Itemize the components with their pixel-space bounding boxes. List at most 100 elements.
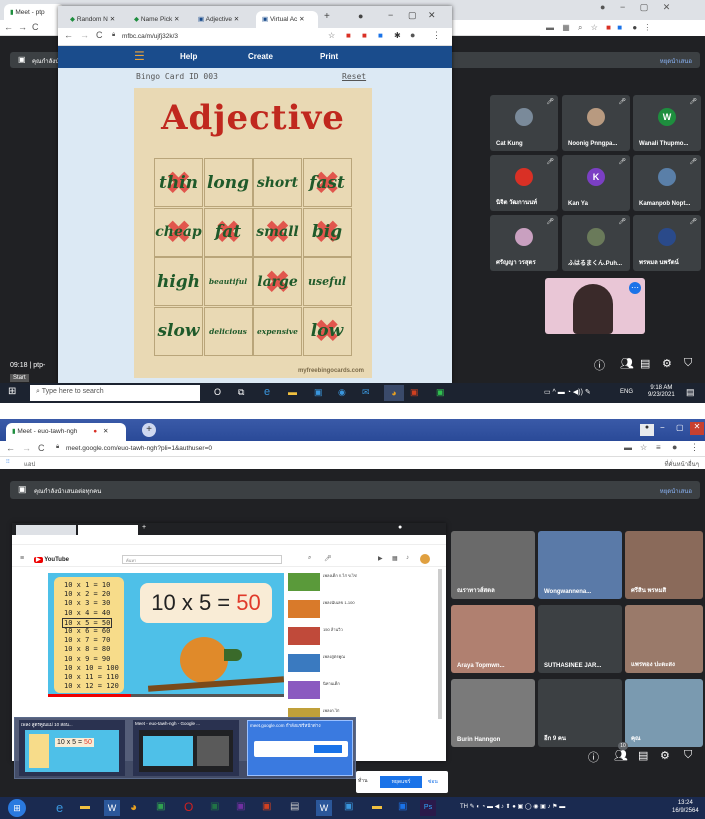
recommended-video[interactable]: เพลงสูตรคูณ [288,654,423,678]
profile-dot-icon[interactable]: ● [398,524,402,531]
tab-close-icon[interactable]: ✕ [103,428,108,435]
maximize-icon[interactable]: ▢ [676,423,684,432]
chat-icon[interactable]: ▤ [638,749,648,762]
scrollbar[interactable] [438,569,442,719]
extension-icon[interactable]: ■ [362,31,367,40]
participant-tile[interactable]: 🎤︎ นิจิต วัฒกานนท์ [490,155,558,211]
bingo-cell[interactable]: ✖ thin [154,158,203,207]
close-icon[interactable]: ✕ [428,10,436,21]
outer-tab[interactable]: ▮ Meet - ptp [4,4,64,21]
yt-search-input[interactable]: ค้นหา [122,555,282,564]
star-icon[interactable]: ☆ [328,31,335,40]
apps-icon[interactable]: ⁝⁝ [6,458,10,465]
maximize-icon[interactable]: ▢ [408,10,417,21]
shield-icon[interactable]: ⛉ [684,357,692,370]
word-icon[interactable]: W [104,800,120,816]
photoshop-icon[interactable]: Ps [420,800,436,816]
explorer-icon[interactable]: ▬ [288,387,297,397]
forward-icon[interactable]: → [80,30,89,40]
taskbar-search[interactable]: ⌕ Type here to search [30,385,200,401]
star-icon[interactable]: ☆ [591,23,598,32]
taskview-icon[interactable]: ⧉ [238,387,244,398]
back-icon[interactable]: ← [64,30,73,40]
bingo-cell[interactable]: ✖ cheap [154,207,203,257]
search-icon[interactable]: ⌕ [308,555,311,562]
menu-icon[interactable]: ⋮ [432,30,441,41]
minimize-icon[interactable]: − [660,423,665,432]
participant-tile[interactable]: ศรีสิน พรหมสิ [625,531,703,599]
menu-icon[interactable]: ⋮ [643,23,651,32]
back-icon[interactable]: ← [4,22,13,32]
close-icon[interactable]: ✕ [690,422,704,435]
bell-icon[interactable]: ♪ [406,555,409,561]
excel-icon[interactable]: ▣ [210,801,219,812]
recommended-video[interactable]: เพลงนับเลข 1-100 [288,600,423,624]
mail-icon[interactable]: ✉ [362,387,370,398]
inner-tab-virtual[interactable]: ▣ Virtual Ac ✕ [256,11,318,28]
onenote-icon[interactable]: ▣ [236,801,245,812]
grid-icon[interactable]: ▦ [562,23,570,32]
cast-icon[interactable]: ▬ [624,443,632,452]
tab-search-icon[interactable]: ● [358,11,363,21]
participant-tile[interactable]: 🎤︎ ศรัญญา วรสุตร [490,215,558,271]
participant-tile[interactable]: ณราทาวส์สตล [451,531,535,599]
minimize-icon[interactable]: − [388,10,393,20]
forward-icon[interactable]: → [18,22,27,32]
shield-icon[interactable]: ⛉ [684,749,692,762]
inner-tab-namepicker[interactable]: ◆ Name Pick ✕ [128,11,190,28]
star-icon[interactable]: ☆ [640,443,647,452]
avatar[interactable] [420,554,430,564]
chat-icon[interactable]: ▤ [640,357,650,370]
recommended-video[interactable]: เพลงเด็ก ก.ไก่ ข.ไข่ [288,573,423,597]
cortana-icon[interactable]: O [214,387,221,397]
store-icon[interactable]: ▣ [314,387,323,398]
bingo-cell[interactable]: ✖ large [253,257,302,306]
profile-icon[interactable]: ● [672,442,677,452]
app-icon[interactable]: ▣ [156,801,165,812]
cast-icon[interactable]: ▬ [546,23,554,32]
nav-create[interactable]: Create [248,52,273,61]
participant-tile[interactable]: 🎤︎ Cat Kung [490,95,558,151]
opera-icon[interactable]: O [184,800,193,814]
close-icon[interactable]: ✕ [663,2,671,12]
system-tray-icons[interactable]: TH ✎ ◐ ◔ ▬ ◀ ♪ ⬆ ● ▣ ◯ ◉ ▣ ♪ ⚑ ▬ [460,803,565,810]
bingo-cell[interactable]: ✖ low [302,306,352,356]
inner-tab-random[interactable]: ◆ Random N ✕ [64,11,126,28]
photos-icon[interactable]: ◉ [338,387,346,398]
create-icon[interactable]: ▶ [378,555,383,562]
people-icon[interactable]: 👥︎ [620,357,634,370]
stop-share-button[interactable]: หยุดแชร์ [380,776,422,788]
extension-icon[interactable]: ■ [378,31,383,40]
video-player[interactable]: 10 x 1 = 10 10 x 2 = 20 10 x 3 = 30 10 x 4 … [48,573,284,697]
recommended-video[interactable]: นิทานเด็ก [288,681,423,705]
language-indicator[interactable]: ENG [620,389,633,395]
participant-tile[interactable]: แพรทอง ปะตะสง [625,605,703,673]
new-tab-icon[interactable]: + [324,11,330,22]
bingo-cell[interactable]: useful [302,257,352,306]
profile-icon[interactable]: ● [410,30,415,40]
new-tab-icon[interactable]: + [142,423,156,437]
participant-tile[interactable]: W 🎤︎ Wanali Thupmo... [633,95,701,151]
participant-tile[interactable]: 🎤︎ พรหมล นพรัตน์ [633,215,701,271]
people-icon[interactable]: 👥︎ [614,749,628,762]
minimize-icon[interactable]: − [620,2,625,12]
outer-tab-meet[interactable]: ▮ Meet - euo-tawh-ngh ● ✕ [6,423,126,441]
clock[interactable]: 9:18 AM 9/23/2021 [648,385,675,399]
recommended-video[interactable]: 150 ล้านวิว [288,627,423,651]
bingo-cell[interactable]: ✖ big [302,207,352,257]
notification-icon[interactable]: ▤ [686,387,695,398]
yt-tab[interactable] [16,525,76,535]
bingo-cell[interactable]: high [154,257,203,306]
info-icon[interactable]: ⓘ [588,749,599,765]
participant-tile[interactable]: Burin Hanngon [451,679,535,747]
extension-icon[interactable]: ■ [606,23,611,32]
apps-icon[interactable]: ▦ [392,555,398,562]
other-bookmarks[interactable]: ที่คั่นหน้าอื่นๆ [665,459,699,469]
ie-icon[interactable]: e [56,800,63,815]
line-icon[interactable]: ▣ [436,387,445,398]
profile-icon[interactable]: ● [632,23,637,32]
nav-print[interactable]: Print [320,52,338,61]
participant-tile[interactable]: 🎤︎ ふはるまくん.Puh... [562,215,630,271]
new-tab-icon[interactable]: + [142,524,146,531]
chrome-task-icon[interactable]: ◕ [384,385,404,401]
